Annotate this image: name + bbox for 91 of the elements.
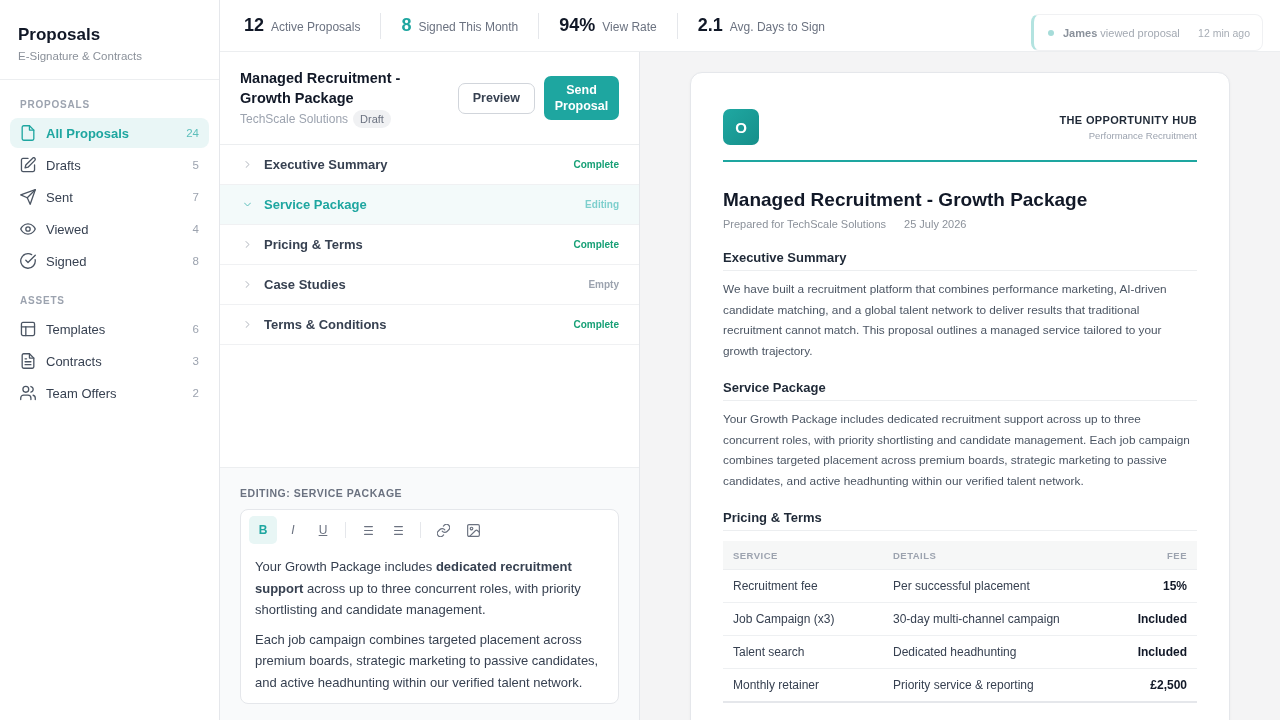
sidebar-item[interactable]: Drafts 5 (10, 150, 209, 180)
item-count: 7 (192, 191, 199, 203)
list-icon (391, 523, 405, 537)
section-title: Case Studies (264, 277, 346, 292)
company-tagline: Performance Recruitment (1087, 130, 1197, 142)
item-count: 2 (192, 387, 199, 399)
table-cell: Included (1111, 602, 1197, 636)
item-count: 8 (192, 255, 199, 267)
section-heading: Service Package (723, 380, 1197, 401)
sidebar-item[interactable]: Sent 7 (10, 182, 209, 212)
stat-value: 2.1 (697, 13, 723, 37)
table-cell: Per successful placement (883, 569, 1112, 603)
eye-icon (20, 221, 36, 237)
status-dot-icon (1048, 29, 1054, 36)
paper-plane-icon (20, 189, 36, 205)
table-cell: Priority service & reporting (883, 668, 1112, 702)
section-row[interactable]: Case Studies Empty (220, 265, 639, 305)
table-cell: 30-day multi-channel campaign (883, 602, 1112, 636)
section-status: Complete (573, 239, 619, 250)
app-title: Proposals (18, 25, 102, 45)
section-status: Empty (588, 279, 619, 290)
section-title: Terms & Conditions (264, 317, 387, 332)
item-count: 5 (192, 159, 199, 171)
section-paragraph: Your Growth Package includes dedicated recruitment support across up to three concurrent roles, with priority shortlisting and candidate management. Each job campaign combines targeted placement across premium boards, strategic marketing to passive candidates, and active headhunting within our verified talent network. (723, 411, 1191, 490)
section-status: Editing (585, 199, 619, 210)
app-subtitle: E-Signature & Contracts (18, 49, 143, 63)
italic-button[interactable]: I (279, 516, 307, 544)
table-cell: Included (1111, 635, 1197, 669)
section-status: Complete (573, 159, 619, 170)
column-header: DETAILS (883, 541, 1112, 570)
document-title: Managed Recruitment - Growth Package (723, 188, 1089, 212)
notification-time: 12 min ago (1198, 26, 1250, 39)
logo-mark: O (723, 109, 759, 145)
list-icon (361, 523, 375, 537)
section-row[interactable]: Pricing & Terms Complete (220, 225, 639, 265)
stat-value: 8 (401, 13, 412, 37)
stat-value: 94% (559, 13, 596, 37)
stat-value: 12 (244, 13, 265, 37)
document-date: 25 July 2026 (904, 217, 967, 231)
item-count: 6 (192, 323, 199, 335)
nav-section-label: ASSETS (19, 294, 66, 308)
section-title: Executive Summary (264, 157, 388, 172)
file-icon (20, 125, 36, 141)
item-count: 24 (186, 127, 199, 139)
rich-text-editor[interactable] (240, 509, 619, 704)
table-cell: Recruitment fee (723, 569, 883, 603)
underline-button[interactable]: U (309, 516, 337, 544)
sidebar-item[interactable]: Contracts 3 (10, 346, 209, 376)
editor-label: EDITING: SERVICE PACKAGE (240, 486, 404, 500)
image-icon (466, 523, 480, 537)
editor-paragraph: Your Growth Package includes dedicated recruitment support across up to three concurrent roles, with priority shortlisting and candidate management. (255, 558, 582, 619)
document-icon (20, 353, 36, 369)
column-header: SERVICE (723, 541, 883, 570)
nav-section-label: PROPOSALS (19, 98, 91, 112)
table-cell: 15% (1111, 569, 1197, 603)
sidebar-item[interactable]: Templates 6 (10, 314, 209, 344)
item-count: 4 (192, 223, 199, 235)
section-status: Complete (573, 319, 619, 330)
stat-label: Active Proposals (271, 18, 361, 36)
pencil-square-icon (20, 157, 36, 173)
item-count: 3 (192, 355, 199, 367)
prepared-for-text: Prepared for TechScale Solutions (723, 217, 887, 231)
users-icon (20, 385, 36, 401)
table-cell: Dedicated headhunting (883, 635, 1112, 669)
editor-paragraph: Each job campaign combines targeted placement across premium boards, strategic marketing to passive candidates, and active headhunting within our verified talent network. (255, 630, 600, 692)
sidebar-item[interactable]: Signed 8 (10, 246, 209, 276)
table-cell: Job Campaign (x3) (723, 602, 883, 636)
link-icon (436, 523, 450, 537)
stat-label: Avg. Days to Sign (729, 18, 825, 36)
notification-message: James viewed proposal (1063, 26, 1180, 39)
section-heading: Executive Summary (723, 250, 1197, 271)
proposal-title: Managed Recruitment - Growth Package (240, 69, 402, 108)
check-circle-icon (20, 253, 36, 269)
client-name: TechScale Solutions (240, 112, 349, 126)
section-paragraph: We have built a recruitment platform that combines performance marketing, AI-driven candidate matching, and a global talent network to deliver results that traditional recruitment cannot match. This proposal outlines a managed service tailored to your growth trajectory. (723, 281, 1168, 360)
sidebar-item[interactable]: Viewed 4 (10, 214, 209, 244)
stat-label: Signed This Month (418, 18, 519, 36)
section-heading: Pricing & Terms (723, 510, 1197, 531)
column-header: FEE (1111, 541, 1197, 570)
section-title: Service Package (264, 197, 367, 212)
status-badge: Draft (353, 110, 391, 128)
section-row[interactable]: Terms & Conditions Complete (220, 305, 639, 345)
company-name: THE OPPORTUNITY HUB (1059, 113, 1197, 127)
table-cell: £2,500 (1111, 668, 1197, 702)
sidebar-item[interactable]: Team Offers 2 (10, 378, 209, 408)
section-title: Pricing & Terms (264, 237, 363, 252)
layout-icon (20, 321, 36, 337)
table-cell: Monthly retainer (723, 668, 883, 702)
preview-button[interactable]: Preview (457, 82, 535, 114)
stat-label: View Rate (602, 18, 657, 36)
table-cell: Talent search (723, 635, 883, 669)
